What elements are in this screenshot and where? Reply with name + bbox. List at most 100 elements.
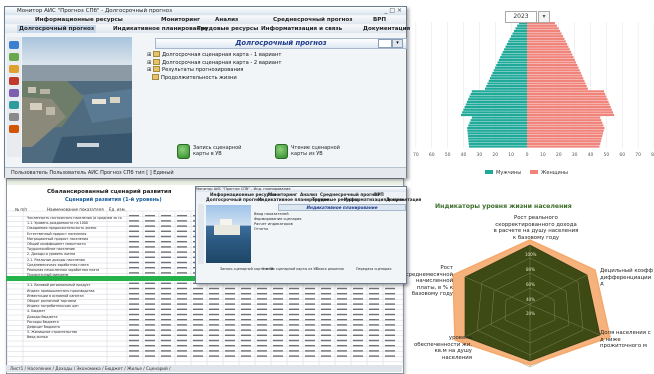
cell-value [209, 293, 219, 295]
pyramid-bar-male [494, 66, 527, 69]
left-toolbar [7, 37, 21, 157]
write-scenario-button[interactable]: Запись сценарной карты в УВ [177, 144, 247, 160]
nested-menu-docs[interactable]: Документация [386, 197, 421, 202]
pyramid-tick-label: 30 [477, 152, 483, 158]
tree-item[interactable]: ⊞ Результаты прогнозирования [147, 66, 281, 74]
menu-vrp[interactable]: ВРП [373, 16, 386, 24]
pyramid-bar-female [527, 132, 604, 135]
cell-value [369, 293, 379, 295]
pyramid-bar-male [505, 45, 527, 48]
pyramid-bar-female [527, 27, 559, 30]
menu-midterm-forecast[interactable]: Среднесрочный прогноз [273, 16, 352, 24]
cell-value [385, 339, 395, 342]
cell-value [209, 350, 219, 352]
settings-icon[interactable] [9, 113, 19, 121]
pyramid-bar-female [527, 40, 566, 43]
cell-value [129, 324, 139, 326]
read-scenario-button[interactable]: Чтение сценарной карты из УВ [275, 144, 345, 160]
folder-icon[interactable] [9, 65, 19, 73]
menu-monitoring[interactable]: Мониторинг [161, 16, 200, 24]
radar-label-bottom-right: Доля населения с д ниже прожиточного м [600, 330, 651, 349]
sheet-row-label[interactable]: Ввод жилья [27, 335, 122, 340]
folder-icon [153, 58, 160, 65]
sheet-tabs-text[interactable]: Лист1 / Население / Доходы / Экономика /… [10, 366, 171, 371]
cell-value [145, 282, 155, 284]
menu-indicative-planning[interactable]: Индикативное планирование [113, 25, 208, 33]
cell-value [129, 256, 139, 258]
pyramid-bar-female [527, 48, 570, 51]
home-icon[interactable] [9, 41, 19, 49]
menu-labor-resources[interactable]: Трудовые ресурсы [197, 25, 258, 33]
cell-value [225, 293, 235, 295]
cell-value [193, 303, 203, 305]
cell-value [225, 355, 235, 357]
cell-value [289, 339, 299, 342]
population-pyramid-chart: 807060504030201001020304050607080Мужчины… [397, 0, 654, 200]
nested-btn-read[interactable]: Чтение сценарной карты из УВ [262, 267, 318, 271]
pyramid-tick-label: 60 [619, 152, 625, 158]
cell-value [241, 308, 251, 310]
sheet-tab-bar[interactable]: Лист1 / Население / Доходы / Экономика /… [6, 365, 402, 372]
cell-value [129, 313, 139, 316]
menu-it-communications[interactable]: Информатизация и связь [261, 25, 342, 33]
cell-value [193, 293, 203, 295]
header-select[interactable] [378, 39, 392, 48]
cell-value [177, 324, 187, 326]
cell-value [289, 303, 299, 305]
document-icon[interactable] [9, 125, 19, 133]
nested-menu-longterm[interactable]: Долгосрочный прогноз [206, 197, 262, 202]
cell-value [161, 345, 171, 347]
chart-icon[interactable] [9, 53, 19, 61]
menu-info-resources[interactable]: Информационные ресурсы [35, 16, 123, 24]
people-icon[interactable] [9, 89, 19, 97]
cell-value [273, 339, 283, 342]
pyramid-bar-female [527, 61, 577, 64]
pyramid-bar-male [509, 37, 527, 40]
globe-icon[interactable] [9, 101, 19, 109]
stats-icon[interactable] [9, 77, 19, 85]
cell-value [385, 298, 395, 300]
cell-value [241, 287, 251, 290]
chevron-down-icon[interactable]: ▾ [538, 11, 550, 23]
pyramid-bar-female [527, 113, 615, 117]
nested-toolbar[interactable] [198, 204, 204, 264]
cell-value [145, 235, 155, 238]
chevron-down-icon[interactable]: ▾ [392, 39, 403, 48]
nested-tree-item[interactable]: Отчеты [254, 227, 301, 232]
pyramid-bar-female [527, 127, 605, 130]
pyramid-bar-female [527, 103, 610, 106]
year-select[interactable]: 2023 [505, 11, 537, 23]
cell-value [129, 230, 139, 232]
cell-value [161, 324, 171, 326]
pyramid-bar-male [468, 137, 527, 140]
pyramid-bar-male [506, 43, 527, 46]
cell-value [161, 355, 171, 357]
nested-btn-transfer[interactable]: Передача сценария [356, 267, 391, 271]
tree-item[interactable]: ⊞ Долгосрочная сценарная карта - 2 вариа… [147, 58, 281, 67]
cell-value [177, 246, 187, 248]
cell-value [337, 339, 347, 342]
cell-value [193, 313, 203, 316]
cell-value [193, 308, 203, 310]
cell-value [177, 350, 187, 352]
cell-value [225, 339, 235, 342]
tree-item[interactable]: ⊞ Долгосрочная сценарная карта - 1 вариа… [147, 51, 281, 59]
cell-value [289, 355, 299, 357]
pyramid-bar-male [485, 87, 527, 90]
menu-analysis[interactable]: Анализ [215, 16, 238, 24]
tree-item[interactable]: Продолжительность жизни [147, 73, 281, 82]
cell-value [209, 334, 219, 336]
menu-longterm-forecast[interactable]: Долгосрочный прогноз [17, 25, 97, 33]
cell-value [289, 324, 299, 326]
cell-value [177, 345, 187, 347]
pyramid-bar-male [466, 100, 527, 103]
pyramid-tick-label: 70 [413, 152, 419, 158]
nested-window: Монитор АИС "Прогноз СПб" - Инд. планиро… [195, 186, 421, 284]
menu-documentation[interactable]: Документация [363, 25, 410, 33]
cell-value [145, 339, 155, 342]
cell-value [177, 334, 187, 336]
window-controls-icon[interactable]: _ □ × [384, 7, 402, 15]
cell-value [161, 298, 171, 300]
cell-value [257, 319, 267, 321]
nested-btn-search[interactable]: Поиск решения [316, 267, 344, 271]
